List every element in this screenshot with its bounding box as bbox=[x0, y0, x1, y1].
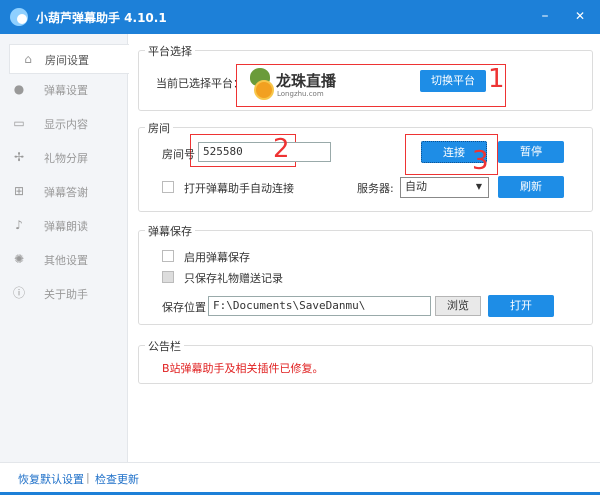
group-label: 平台选择 bbox=[145, 43, 195, 59]
check-update-link[interactable]: 检查更新 bbox=[95, 471, 139, 487]
gift-only-label: 只保存礼物赠送记录 bbox=[184, 272, 283, 285]
refresh-button[interactable]: 刷新 bbox=[498, 176, 564, 198]
app-logo-icon bbox=[10, 8, 28, 26]
sidebar-item-display[interactable]: ▭ 显示内容 bbox=[0, 108, 128, 138]
restore-defaults-link[interactable]: 恢复默认设置 bbox=[18, 471, 84, 487]
pause-button[interactable]: 暂停 bbox=[498, 141, 564, 163]
sidebar-item-label: 弹幕设置 bbox=[44, 84, 88, 97]
footer-separator: | bbox=[86, 471, 90, 484]
switch-platform-button[interactable]: 切换平台 bbox=[420, 70, 486, 92]
save-path-input[interactable]: F:\Documents\SaveDanmu\ bbox=[208, 296, 431, 316]
sidebar-item-label: 弹幕朗读 bbox=[44, 220, 88, 233]
gear-icon: ✺ bbox=[13, 252, 25, 266]
close-button[interactable]: ✕ bbox=[569, 6, 591, 26]
sidebar-item-room-settings[interactable]: ⌂ 房间设置 bbox=[9, 44, 129, 74]
title-bar: 小葫芦弹幕助手 4.10.1 – ✕ bbox=[0, 0, 600, 34]
sidebar-item-label: 显示内容 bbox=[44, 118, 88, 131]
server-label: 服务器: bbox=[357, 182, 394, 195]
auto-connect-label: 打开弹幕助手自动连接 bbox=[184, 182, 294, 195]
sidebar-item-danmu-settings[interactable]: ● 弹幕设置 bbox=[0, 74, 128, 104]
sidebar-item-label: 其他设置 bbox=[44, 254, 88, 267]
sidebar-item-about[interactable]: ⓘ 关于助手 bbox=[0, 278, 128, 308]
room-number-input[interactable]: 525580 bbox=[198, 142, 331, 162]
room-number-label: 房间号 bbox=[162, 148, 195, 161]
minimize-button[interactable]: – bbox=[534, 6, 556, 26]
platform-name: 龙珠直播 bbox=[276, 72, 337, 90]
sidebar-item-label: 房间设置 bbox=[45, 54, 89, 67]
open-button[interactable]: 打开 bbox=[488, 295, 554, 317]
annotation-number: 1 bbox=[488, 64, 505, 94]
longzhu-logo-icon bbox=[248, 68, 274, 100]
footer: 恢复默认设置 | 检查更新 bbox=[0, 462, 600, 495]
chevron-down-icon: ▼ bbox=[475, 182, 482, 191]
chat-bubble-icon: ● bbox=[13, 82, 25, 96]
server-value: 自动 bbox=[405, 180, 427, 193]
sidebar-item-label: 关于助手 bbox=[44, 288, 88, 301]
annotation-number: 3 bbox=[472, 146, 489, 176]
gift-icon: ⊞ bbox=[13, 184, 25, 198]
enable-save-checkbox[interactable] bbox=[162, 250, 174, 262]
sidebar: ⌂ 房间设置 ● 弹幕设置 ▭ 显示内容 ✢ 礼物分屏 ⊞ 弹幕答谢 ♪ 弹幕朗读 ✺ 其他设… bbox=[0, 34, 129, 462]
group-label: 公告栏 bbox=[145, 338, 184, 354]
current-platform-label: 当前已选择平台： bbox=[156, 77, 244, 90]
annotation-number: 2 bbox=[273, 134, 290, 164]
sidebar-item-label: 礼物分屏 bbox=[44, 152, 88, 165]
platform-domain: Longzhu.com bbox=[277, 90, 324, 98]
sidebar-item-thanks[interactable]: ⊞ 弹幕答谢 bbox=[0, 176, 128, 206]
split-icon: ✢ bbox=[13, 150, 25, 164]
gift-only-checkbox[interactable] bbox=[162, 271, 174, 283]
microphone-icon: ♪ bbox=[15, 218, 23, 232]
save-path-label: 保存位置 bbox=[162, 301, 206, 314]
app-title: 小葫芦弹幕助手 4.10.1 bbox=[36, 11, 167, 25]
sidebar-item-label: 弹幕答谢 bbox=[44, 186, 88, 199]
sidebar-item-read-aloud[interactable]: ♪ 弹幕朗读 bbox=[0, 210, 128, 240]
group-label: 弹幕保存 bbox=[145, 223, 195, 239]
home-icon: ⌂ bbox=[24, 52, 32, 66]
sidebar-item-other[interactable]: ✺ 其他设置 bbox=[0, 244, 128, 274]
monitor-icon: ▭ bbox=[13, 116, 25, 130]
browse-button[interactable]: 浏览 bbox=[435, 296, 481, 316]
notice-message: B站弹幕助手及相关插件已修复。 bbox=[162, 362, 324, 375]
server-select[interactable]: 自动 ▼ bbox=[400, 177, 489, 198]
auto-connect-checkbox[interactable] bbox=[162, 181, 174, 193]
sidebar-item-gift-split[interactable]: ✢ 礼物分屏 bbox=[0, 142, 128, 172]
group-label: 房间 bbox=[145, 120, 173, 136]
info-icon: ⓘ bbox=[12, 286, 25, 300]
enable-save-label: 启用弹幕保存 bbox=[184, 251, 250, 264]
